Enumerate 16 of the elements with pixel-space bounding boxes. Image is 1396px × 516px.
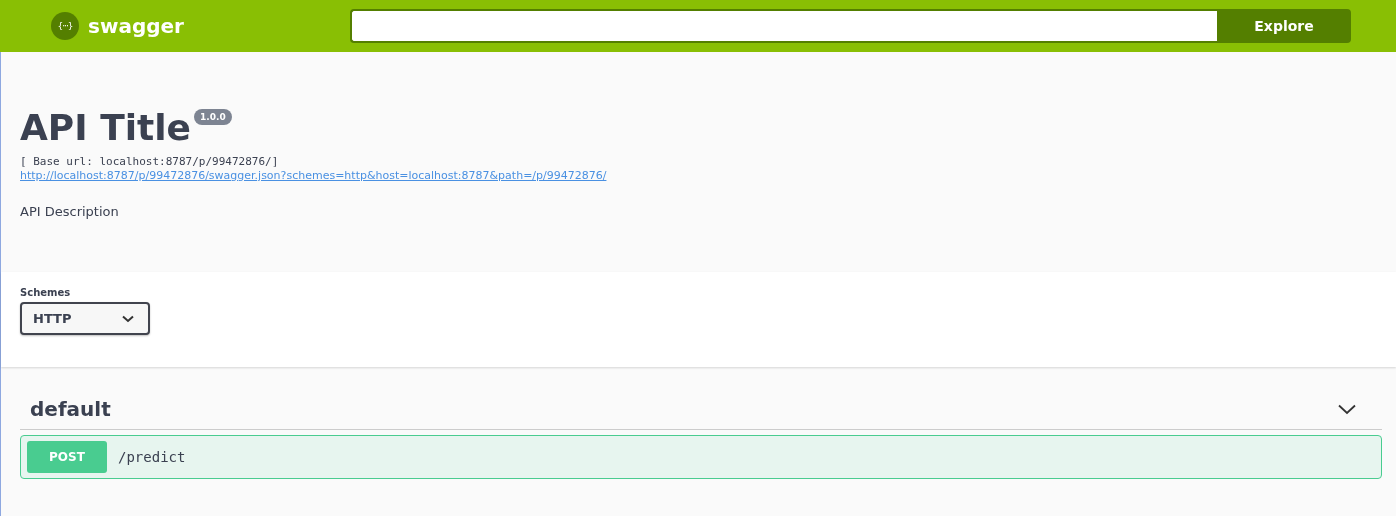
- tag-header[interactable]: default: [20, 387, 1382, 430]
- method-badge: POST: [27, 441, 107, 473]
- operation-row[interactable]: POST /predict: [20, 435, 1382, 479]
- logo-text: swagger: [88, 14, 184, 38]
- api-title: API Title: [20, 107, 192, 149]
- operation-path: /predict: [118, 449, 186, 465]
- chevron-icon: [122, 314, 134, 323]
- explore-button[interactable]: Explore: [1217, 9, 1351, 43]
- logo-icon: {···}: [51, 12, 79, 40]
- schemes-select[interactable]: HTTP: [20, 302, 150, 335]
- chevron-icon: [1338, 403, 1356, 415]
- api-description: API Description: [20, 204, 120, 219]
- version-badge: 1.0.0: [194, 109, 232, 125]
- schemes-label: Schemes: [20, 287, 72, 298]
- base-url: [ Base url: localhost:8787/p/99472876/]: [20, 155, 280, 168]
- url-field[interactable]: [350, 9, 1217, 43]
